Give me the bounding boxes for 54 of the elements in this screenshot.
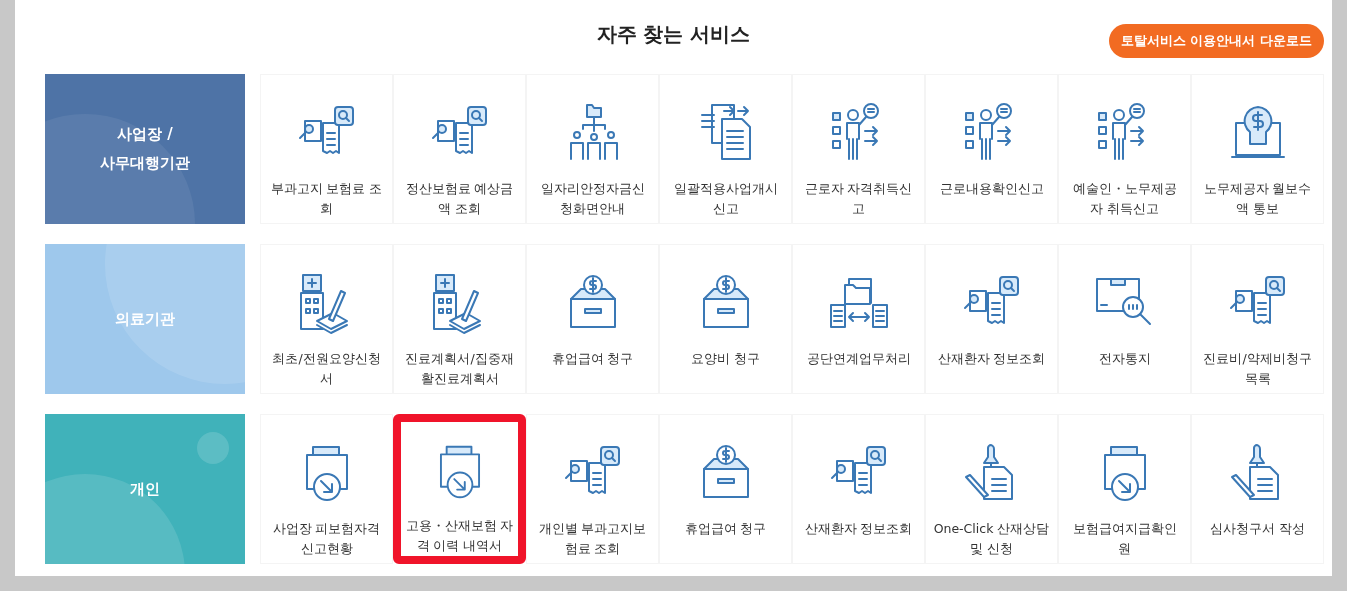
service-tile[interactable]: 요양비 청구 [659,244,792,394]
service-tile[interactable]: 고용・산재보험 자격 이력 내역서 [393,414,526,564]
service-tile[interactable]: 근로내용확인신고 [925,74,1058,224]
service-label: 사업장 피보험자격신고현황 [271,520,382,558]
service-label: 고용・산재보험 자격 이력 내역서 [404,517,515,555]
service-label: 최초/전원요양신청서 [271,350,382,388]
service-label: 전자통지 [1097,350,1152,368]
service-label: 휴업급여 청구 [683,520,768,538]
service-label: 심사청구서 작성 [1209,520,1306,538]
service-label: 일괄적용사업개시신고 [672,180,779,218]
service-label: 정산보험료 예상금액 조회 [404,180,515,218]
service-tile[interactable]: 심사청구서 작성 [1191,414,1324,564]
service-label: 산재환자 정보조회 [803,520,914,538]
service-label: 보험급여지급확인원 [1071,520,1178,558]
category-label: 사무대행기관 [100,154,190,173]
service-label: 근로자 자격취득신고 [803,180,914,218]
service-tile[interactable]: 진료계획서/집중재활진료계획서 [393,244,526,394]
service-tile[interactable]: 진료비/약제비청구목록 [1191,244,1324,394]
service-tile[interactable]: 휴업급여 청구 [659,414,792,564]
service-label: One-Click 산재상담 및 신청 [933,520,1050,558]
service-tile[interactable]: 정산보험료 예상금액 조회 [393,74,526,224]
service-label: 예술인・노무제공자 취득신고 [1071,180,1178,218]
category-label: 의료기관 [115,309,175,329]
service-tile[interactable]: 사업장 피보험자격신고현황 [260,414,393,564]
service-tile[interactable]: 공단연계업무처리 [792,244,925,394]
service-tile[interactable]: 부과고지 보험료 조회 [260,74,393,224]
service-tile[interactable]: 보험급여지급확인원 [1058,414,1191,564]
service-label: 산재환자 정보조회 [936,350,1047,368]
category-label: 개인 [130,479,160,499]
service-label: 개인별 부과고지보험료 조회 [537,520,648,558]
service-tile[interactable]: 최초/전원요양신청서 [260,244,393,394]
service-label: 진료비/약제비청구목록 [1202,350,1313,388]
service-label: 요양비 청구 [690,350,761,368]
service-label: 노무제공자 월보수액 통보 [1202,180,1313,218]
service-tile[interactable]: 개인별 부과고지보험료 조회 [526,414,659,564]
service-label: 일자리안정자금신청화면안내 [539,180,646,218]
service-tile[interactable]: 산재환자 정보조회 [925,244,1058,394]
service-tile[interactable]: 전자통지 [1058,244,1191,394]
service-tile[interactable]: 예술인・노무제공자 취득신고 [1058,74,1191,224]
service-tile[interactable]: 근로자 자격취득신고 [792,74,925,224]
service-tile[interactable]: 휴업급여 청구 [526,244,659,394]
category-label: 사업장 / [117,125,173,144]
service-tile[interactable]: 일괄적용사업개시신고 [659,74,792,224]
service-tile[interactable]: One-Click 산재상담 및 신청 [925,414,1058,564]
service-label: 부과고지 보험료 조회 [269,180,384,218]
service-tile[interactable]: 노무제공자 월보수액 통보 [1191,74,1324,224]
service-tile[interactable]: 일자리안정자금신청화면안내 [526,74,659,224]
service-tile[interactable]: 산재환자 정보조회 [792,414,925,564]
section-title: 자주 찾는 서비스 [596,20,751,48]
category-panel[interactable]: 사업장 / 사무대행기관 [45,74,245,224]
service-label: 휴업급여 청구 [550,350,635,368]
service-label: 근로내용확인신고 [938,180,1045,198]
service-label: 진료계획서/집중재활진료계획서 [404,350,515,388]
service-label: 공단연계업무처리 [805,350,912,368]
